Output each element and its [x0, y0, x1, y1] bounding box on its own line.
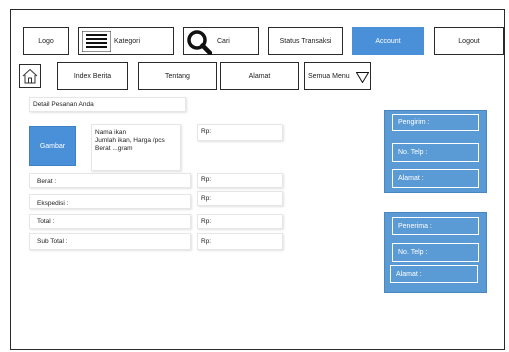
- row-label: Total :: [37, 218, 55, 225]
- cari-label: Cari: [217, 37, 230, 45]
- sender-name-label: Pengirim :: [398, 119, 430, 126]
- kategori-label: Kategori: [114, 37, 141, 45]
- status-transaksi-label: Status Transaksi: [279, 37, 332, 45]
- sender-name-field[interactable]: Pengirim :: [392, 114, 479, 131]
- sender-phone-label: No. Telp :: [398, 149, 428, 156]
- tentang-label: Tentang: [165, 72, 190, 80]
- row-label: Sub Total :: [37, 238, 68, 245]
- summary-value-subtotal: Rp:: [197, 233, 283, 250]
- receiver-name-field[interactable]: Penerima :: [392, 217, 479, 235]
- summary-value-ekspedisi: Rp:: [197, 191, 283, 206]
- receiver-phone-label: No. Telp :: [398, 249, 428, 256]
- home-icon: [22, 68, 38, 84]
- item-price-label: Rp:: [201, 128, 212, 135]
- sender-phone-field[interactable]: No. Telp :: [392, 143, 479, 162]
- chevron-down-icon: [356, 72, 369, 83]
- item-detail: Jumlah ikan, Harga /pcs: [95, 137, 165, 144]
- account-label: Account: [375, 37, 401, 45]
- item-weight: Berat ...gram: [95, 145, 133, 152]
- home-button[interactable]: [19, 64, 41, 88]
- receiver-phone-field[interactable]: No. Telp :: [392, 243, 479, 262]
- row-value: Rp:: [201, 218, 212, 225]
- status-transaksi-button[interactable]: Status Transaksi: [268, 27, 343, 55]
- hamburger-menu-icon: [82, 31, 111, 52]
- summary-row-subtotal: Sub Total :: [29, 233, 191, 250]
- row-value: Rp:: [201, 195, 212, 202]
- product-image-label: Gambar: [39, 142, 66, 150]
- receiver-address-field[interactable]: Alamat :: [390, 265, 478, 283]
- product-info: Nama ikan Jumlah ikan, Harga /pcs Berat …: [91, 124, 181, 171]
- logout-label: Logout: [458, 37, 480, 45]
- order-title-bar: Detail Pesanan Anda: [29, 97, 186, 112]
- summary-value-total: Rp:: [197, 214, 283, 229]
- index-berita-label: Index Berita: [73, 72, 112, 80]
- search-icon: [187, 30, 212, 55]
- cari-button[interactable]: Cari: [183, 27, 259, 55]
- semua-menu-label: Semua Menu: [308, 72, 350, 80]
- summary-row-berat: Berat :: [29, 173, 191, 188]
- account-button[interactable]: Account: [352, 27, 424, 55]
- item-price-field: Rp:: [197, 124, 283, 141]
- receiver-name-label: Penerima :: [398, 222, 432, 230]
- summary-row-total: Total :: [29, 214, 191, 229]
- logo-label: Logo: [38, 37, 54, 45]
- receiver-panel: Penerima : No. Telp : Alamat :: [384, 212, 487, 293]
- item-name: Nama ikan: [95, 129, 127, 136]
- summary-row-ekspedisi: Ekspedisi :: [29, 194, 191, 209]
- alamat-button[interactable]: Alamat: [220, 62, 299, 90]
- logo-button[interactable]: Logo: [23, 27, 69, 55]
- sender-address-field[interactable]: Alamat :: [392, 169, 479, 188]
- kategori-button[interactable]: Kategori: [78, 27, 174, 55]
- tentang-button[interactable]: Tentang: [138, 62, 217, 90]
- sender-address-label: Alamat :: [398, 175, 424, 182]
- index-berita-button[interactable]: Index Berita: [57, 62, 128, 90]
- row-value: Rp:: [201, 238, 212, 245]
- product-image: Gambar: [29, 126, 76, 166]
- alamat-label: Alamat: [248, 72, 271, 80]
- logout-button[interactable]: Logout: [434, 27, 504, 55]
- order-title: Detail Pesanan Anda: [33, 101, 94, 108]
- semua-menu-button[interactable]: Semua Menu: [304, 62, 371, 90]
- row-label: Ekspedisi :: [37, 200, 69, 207]
- row-label: Berat :: [37, 178, 57, 185]
- summary-value-berat: Rp:: [197, 173, 283, 188]
- receiver-address-label: Alamat :: [396, 270, 422, 278]
- sender-panel: Pengirim : No. Telp : Alamat :: [384, 110, 487, 193]
- row-value: Rp:: [201, 176, 212, 183]
